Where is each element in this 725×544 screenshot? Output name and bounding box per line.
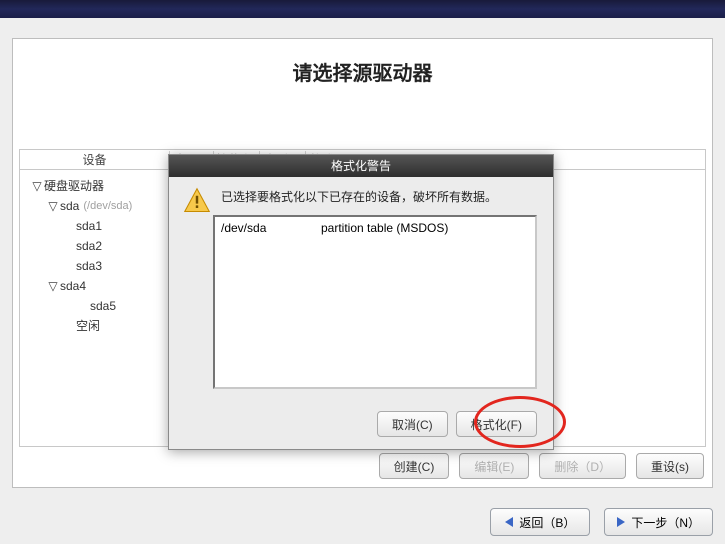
edit-button: 编辑(E)	[459, 453, 529, 479]
reset-button[interactable]: 重设(s)	[636, 453, 704, 479]
next-button[interactable]: 下一步（N）	[604, 508, 713, 536]
create-button[interactable]: 创建(C)	[379, 453, 450, 479]
caret-down-icon: ▽	[48, 196, 58, 216]
device-list: /dev/sda partition table (MSDOS)	[213, 215, 537, 389]
window-titlebar	[0, 0, 725, 18]
tree-label: 硬盘驱动器	[44, 176, 104, 196]
cancel-button[interactable]: 取消(C)	[377, 411, 448, 437]
dialog-title: 格式化警告	[169, 155, 553, 177]
caret-down-icon: ▽	[32, 176, 42, 196]
caret-down-icon: ▽	[48, 276, 58, 296]
nav-bar: 返回（B） 下一步（N）	[490, 508, 713, 536]
list-device: /dev/sda	[221, 221, 321, 235]
list-description: partition table (MSDOS)	[321, 221, 448, 235]
disk-path: (/dev/sda)	[83, 196, 132, 216]
warning-icon	[183, 187, 211, 215]
delete-button: 删除（D）	[539, 453, 626, 479]
back-button[interactable]: 返回（B）	[490, 508, 590, 536]
arrow-right-icon	[617, 517, 625, 527]
list-item[interactable]: /dev/sda partition table (MSDOS)	[221, 221, 529, 235]
format-warning-dialog: 格式化警告 已选择要格式化以下已存在的设备，破坏所有数据。 /dev/sda p…	[168, 154, 554, 450]
dialog-message: 已选择要格式化以下已存在的设备，破坏所有数据。	[221, 187, 497, 207]
page-title: 请选择源驱动器	[13, 57, 712, 86]
col-device: 设备	[20, 151, 170, 168]
action-bar: 创建(C) 编辑(E) 删除（D） 重设(s)	[379, 453, 704, 479]
format-button[interactable]: 格式化(F)	[456, 411, 537, 437]
arrow-left-icon	[505, 517, 513, 527]
tree-label: sda	[60, 196, 79, 216]
